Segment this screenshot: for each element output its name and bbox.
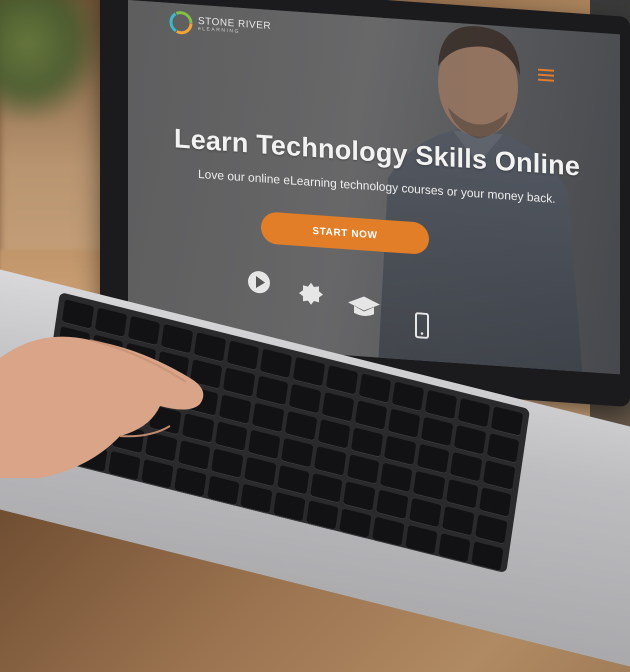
keyboard-key [255,375,289,407]
keyboard-key [325,365,359,396]
keyboard-key [358,373,392,404]
hand-image [0,336,204,478]
keyboard-key [409,497,442,529]
keyboard-key [284,410,318,442]
hamburger-icon[interactable] [538,68,554,82]
keyboard-key [424,389,458,421]
keyboard-key [317,419,351,450]
keyboard-key [457,398,491,429]
keyboard-key [376,489,409,521]
keyboard-key [482,460,516,491]
keyboard-key [387,408,421,439]
keyboard-key [346,454,380,485]
keyboard-key [259,348,293,380]
keyboard-key [383,435,417,466]
keyboard-key [350,427,384,458]
keyboard-key [310,473,343,504]
keyboard-key [251,402,285,434]
phone-icon[interactable] [414,312,430,339]
keyboard-key [442,506,475,537]
keyboard-key [445,479,479,510]
keyboard-key [391,381,425,412]
play-icon[interactable] [246,268,272,296]
keyboard-key [379,462,413,494]
keyboard-key [453,425,487,456]
keyboard-key [354,400,388,431]
keyboard-key [343,481,376,512]
badge-icon[interactable] [298,280,324,308]
logo-icon [169,11,193,35]
keyboard-key [490,406,524,437]
keyboard-key [247,429,281,461]
keyboard-key [449,452,483,483]
keyboard-key [292,356,326,388]
keyboard-key [244,456,277,488]
graduation-cap-icon[interactable] [346,293,382,322]
keyboard-key [412,470,446,502]
background-plant [0,0,100,120]
keyboard-key [321,392,355,423]
keyboard-key [478,487,512,518]
keyboard-key [288,383,322,415]
keyboard-key [416,443,450,475]
keyboard-key [420,416,454,448]
keyboard-key [277,464,310,496]
keyboard-key [280,437,314,469]
keyboard-key [475,514,508,545]
keyboard-key [313,446,347,477]
keyboard-key [486,433,520,464]
